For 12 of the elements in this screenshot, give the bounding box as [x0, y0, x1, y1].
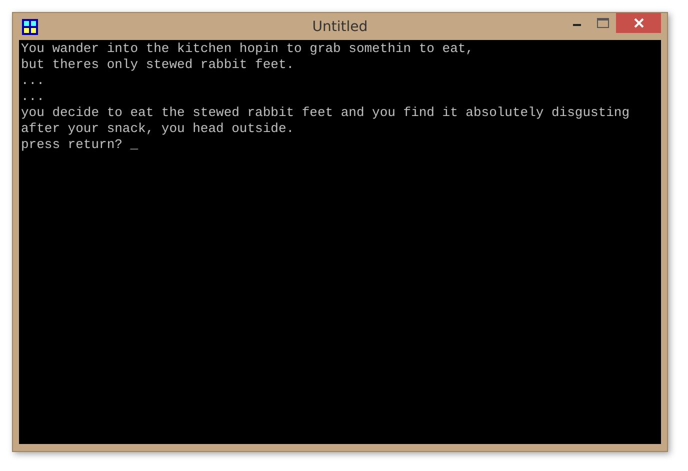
console-line: press return? _ — [21, 137, 140, 153]
window-title: Untitled — [311, 18, 369, 34]
console-line: but theres only stewed rabbit feet. — [21, 57, 296, 73]
console-line: after your snack, you head outside. — [21, 121, 296, 137]
console-line: You wander into the kitchen hopin to grab somethin to eat, — [21, 41, 474, 57]
close-icon — [634, 18, 644, 28]
console-line: you decide to eat the stewed rabbit feet and you find it absolutely disgusting — [21, 105, 630, 121]
maximize-icon — [597, 18, 609, 28]
close-button[interactable] — [616, 13, 661, 33]
app-icon — [22, 18, 38, 34]
console-line: ... — [21, 73, 46, 89]
console-line: ... — [21, 89, 46, 105]
